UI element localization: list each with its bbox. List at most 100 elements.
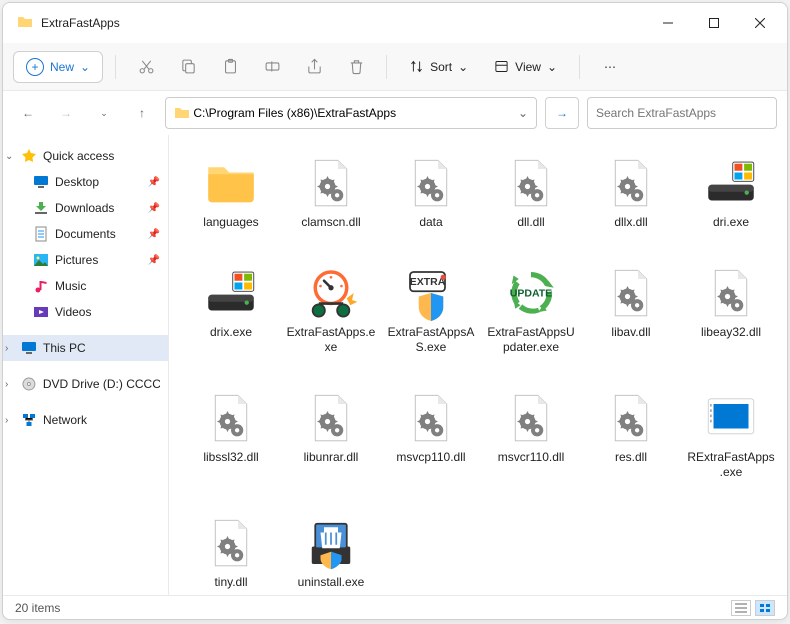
file-label: msvcr110.dll <box>498 450 564 466</box>
nav-desktop[interactable]: Desktop📌 <box>3 169 168 195</box>
nav-videos[interactable]: Videos <box>3 299 168 325</box>
paste-button[interactable] <box>212 51 248 83</box>
file-item[interactable]: tiny.dll <box>185 507 277 595</box>
pin-icon: 📌 <box>148 229 160 240</box>
file-view[interactable]: languages clamscn.dll data dll.dll dllx.dll d… <box>169 135 787 595</box>
icons-view-button[interactable] <box>755 600 775 616</box>
file-item[interactable]: libav.dll <box>585 257 677 360</box>
dll-icon <box>395 386 467 450</box>
nav-downloads[interactable]: Downloads📌 <box>3 195 168 221</box>
share-button[interactable] <box>296 51 332 83</box>
view-button[interactable]: View ⌄ <box>484 53 567 80</box>
file-item[interactable]: dllx.dll <box>585 147 677 235</box>
nav-this-pc[interactable]: ›This PC <box>3 335 168 361</box>
search-input[interactable] <box>596 106 768 120</box>
chevron-down-icon: ⌄ <box>80 60 90 74</box>
address-input[interactable] <box>193 106 518 120</box>
search-box[interactable] <box>587 97 777 129</box>
file-item[interactable]: clamscn.dll <box>285 147 377 235</box>
file-label: data <box>419 215 442 231</box>
nav-dvd[interactable]: ›DVD Drive (D:) CCCC <box>3 371 168 397</box>
file-item[interactable]: ExtraFastAppsUpdater.exe <box>485 257 577 360</box>
file-item[interactable]: libssl32.dll <box>185 382 277 485</box>
file-label: clamscn.dll <box>301 215 360 231</box>
address-box[interactable]: ⌄ <box>165 97 537 129</box>
nav-label: Downloads <box>55 201 114 215</box>
file-label: msvcp110.dll <box>396 450 465 466</box>
chevron-down-icon[interactable]: ⌄ <box>518 106 528 120</box>
file-item[interactable]: drix.exe <box>185 257 277 360</box>
dll-icon <box>595 261 667 325</box>
file-item[interactable]: uninstall.exe <box>285 507 377 595</box>
window-title: ExtraFastApps <box>41 16 645 30</box>
file-item[interactable]: dri.exe <box>685 147 777 235</box>
dll-icon <box>495 151 567 215</box>
status-bar: 20 items <box>3 595 787 619</box>
file-label: languages <box>203 215 258 231</box>
file-item[interactable]: data <box>385 147 477 235</box>
nav-network[interactable]: ›Network <box>3 407 168 433</box>
nav-label: Network <box>43 413 87 427</box>
file-item[interactable]: msvcp110.dll <box>385 382 477 485</box>
minimize-button[interactable] <box>645 7 691 39</box>
maximize-button[interactable] <box>691 7 737 39</box>
dll-icon <box>195 386 267 450</box>
up-button[interactable]: ↑ <box>127 98 157 128</box>
nav-label: Quick access <box>43 149 114 163</box>
view-label: View <box>515 60 541 74</box>
file-item[interactable]: libeay32.dll <box>685 257 777 360</box>
forward-button[interactable]: → <box>51 98 81 128</box>
nav-label: Music <box>55 279 86 293</box>
exe-drive-icon <box>195 261 267 325</box>
file-item[interactable]: res.dll <box>585 382 677 485</box>
nav-label: This PC <box>43 341 86 355</box>
command-bar: + New ⌄ Sort ⌄ View ⌄ ⋯ <box>3 43 787 91</box>
nav-quick-access[interactable]: ⌄Quick access <box>3 143 168 169</box>
copy-button[interactable] <box>170 51 206 83</box>
file-item[interactable]: ExtraFastApps.exe <box>285 257 377 360</box>
dll-icon <box>295 151 367 215</box>
file-label: libeay32.dll <box>701 325 761 341</box>
pin-icon: 📌 <box>148 177 160 188</box>
network-icon <box>21 412 37 428</box>
file-item[interactable]: dll.dll <box>485 147 577 235</box>
exe-update-icon <box>495 261 567 325</box>
videos-icon <box>33 304 49 320</box>
go-button[interactable]: → <box>545 97 579 129</box>
file-item[interactable]: msvcr110.dll <box>485 382 577 485</box>
folder-icon <box>17 14 33 33</box>
file-label: ExtraFastAppsUpdater.exe <box>486 325 576 356</box>
file-item[interactable]: RExtraFastApps.exe <box>685 382 777 485</box>
file-item[interactable]: ExtraFastAppsAS.exe <box>385 257 477 360</box>
sort-label: Sort <box>430 60 452 74</box>
more-button[interactable]: ⋯ <box>592 51 628 83</box>
nav-pictures[interactable]: Pictures📌 <box>3 247 168 273</box>
sort-button[interactable]: Sort ⌄ <box>399 53 478 80</box>
pictures-icon <box>33 252 49 268</box>
pin-icon: 📌 <box>148 255 160 266</box>
downloads-icon <box>33 200 49 216</box>
exe-screen-icon <box>695 386 767 450</box>
nav-documents[interactable]: Documents📌 <box>3 221 168 247</box>
file-label: dllx.dll <box>614 215 647 231</box>
recent-button[interactable]: ⌄ <box>89 98 119 128</box>
delete-button[interactable] <box>338 51 374 83</box>
details-view-button[interactable] <box>731 600 751 616</box>
close-button[interactable] <box>737 7 783 39</box>
new-button[interactable]: + New ⌄ <box>13 51 103 83</box>
cut-button[interactable] <box>128 51 164 83</box>
new-label: New <box>50 60 74 74</box>
exe-shield-icon <box>395 261 467 325</box>
nav-music[interactable]: Music <box>3 273 168 299</box>
file-item[interactable]: libunrar.dll <box>285 382 377 485</box>
documents-icon <box>33 226 49 242</box>
file-item[interactable]: languages <box>185 147 277 235</box>
folder-icon <box>174 105 190 121</box>
file-label: uninstall.exe <box>298 575 365 591</box>
dll-icon <box>495 386 567 450</box>
back-button[interactable]: ← <box>13 98 43 128</box>
folder-icon <box>195 151 267 215</box>
file-label: ExtraFastAppsAS.exe <box>386 325 476 356</box>
dll-icon <box>295 386 367 450</box>
rename-button[interactable] <box>254 51 290 83</box>
